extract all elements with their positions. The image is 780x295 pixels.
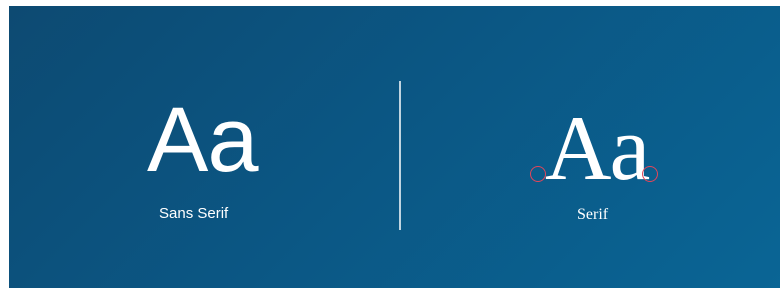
serif-sample-glyph: Aa (545, 97, 650, 199)
sans-serif-sample-glyph: Aa (147, 89, 259, 191)
serif-label: Serif (577, 206, 609, 223)
serif-highlight-circle-icon (530, 166, 546, 182)
center-divider (399, 81, 401, 230)
serif-highlight-circle-icon (642, 166, 658, 182)
slide-canvas: Aa Sans Serif Aa Serif (9, 6, 780, 288)
sans-serif-label: Sans Serif (159, 205, 229, 222)
